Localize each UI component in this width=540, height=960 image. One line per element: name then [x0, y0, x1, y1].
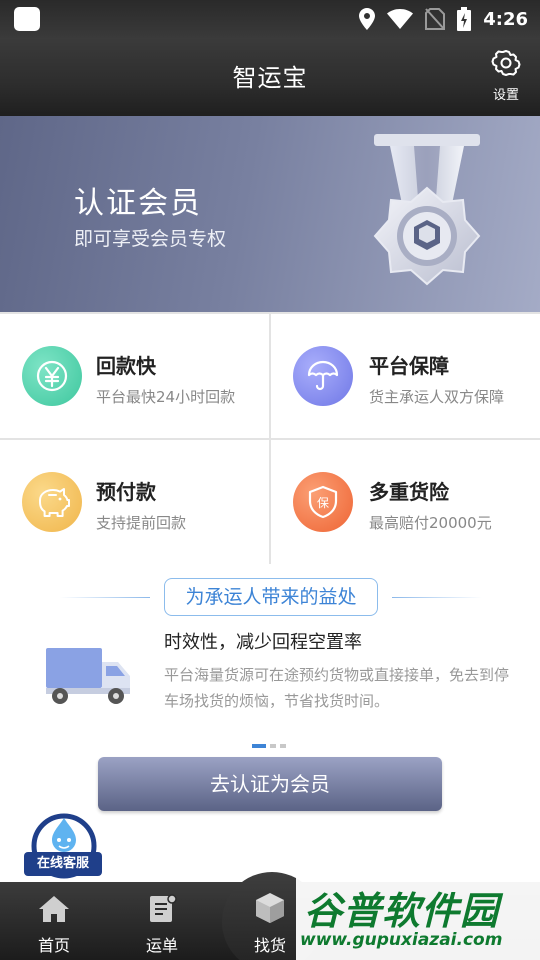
- benefit-description: 平台海量货源可在途预约货物或直接接单，免去到停车场找货的烦恼，节省找货时间。: [164, 666, 510, 710]
- location-icon: [359, 8, 376, 30]
- wifi-icon: [387, 9, 414, 29]
- carousel-indicator: [252, 744, 286, 748]
- divider-line: [392, 597, 482, 598]
- benefit-multiple-insurance: 保 多重货险 最高赔付20000元: [271, 440, 540, 564]
- customer-service-label[interactable]: 在线客服: [24, 852, 102, 876]
- divider-line: [60, 597, 150, 598]
- yen-icon: [22, 346, 82, 406]
- benefit-desc: 平台最快24小时回款: [96, 388, 236, 406]
- home-icon: [39, 896, 69, 922]
- nav-label: 首页: [37, 936, 70, 955]
- membership-banner[interactable]: 认证会员 即可享受会员专权: [0, 116, 540, 312]
- carousel-dot: [252, 744, 266, 748]
- waybill-icon: [150, 894, 177, 922]
- become-member-button[interactable]: 去认证为会员: [98, 757, 442, 811]
- medal-icon: [373, 134, 481, 286]
- benefit-fast-payback: 回款快 平台最快24小时回款: [0, 314, 269, 438]
- benefit-platform-guarantee: 平台保障 货主承运人双方保障: [271, 314, 540, 438]
- benefit-title: 平台保障: [369, 354, 449, 378]
- benefit-desc: 货主承运人双方保障: [369, 388, 505, 406]
- watermark-url: www.gupuxiazai.com: [300, 930, 503, 950]
- page-title: 智运宝: [232, 64, 308, 92]
- benefit-prepayment: 预付款 支持提前回款: [0, 440, 269, 564]
- benefit-title: 回款快: [96, 354, 156, 378]
- benefit-desc: 最高赔付20000元: [369, 514, 492, 532]
- benefit-desc: 支持提前回款: [96, 514, 187, 532]
- nav-item-waybill[interactable]: 运单: [108, 882, 216, 960]
- benefit-headline: 时效性，减少回程空置率: [164, 632, 362, 653]
- banner-title: 认证会员: [74, 186, 202, 221]
- carousel-dot: [280, 744, 286, 748]
- benefits-grid: 回款快 平台最快24小时回款 平台保障 货主承运人双方保障 预付款 支持提前回款: [0, 312, 540, 564]
- settings-button[interactable]: 设置: [484, 48, 528, 103]
- watermark-brand: 谷普软件园: [304, 889, 500, 933]
- insurance-icon: 保: [293, 472, 353, 532]
- app-header: 智运宝 设置: [0, 38, 540, 116]
- status-icons: 4:26: [359, 6, 528, 32]
- clock: 4:26: [483, 8, 528, 30]
- notification-square-icon: [14, 7, 40, 31]
- section-tag: 为承运人带来的益处: [164, 578, 378, 616]
- benefit-title: 多重货险: [369, 480, 449, 504]
- gear-icon: [491, 50, 521, 76]
- watermark: 谷普软件园 www.gupuxiazai.com: [296, 876, 540, 960]
- piggy-bank-icon: [22, 472, 82, 532]
- cube-icon: [256, 893, 284, 923]
- benefit-title: 预付款: [96, 480, 156, 504]
- no-sim-icon: [425, 8, 446, 30]
- truck-icon: [46, 648, 130, 704]
- carousel-dot: [270, 744, 276, 748]
- nav-label: 运单: [145, 936, 178, 955]
- battery-charging-icon: [457, 7, 472, 31]
- umbrella-icon: [293, 346, 353, 406]
- status-bar: 4:26: [0, 0, 540, 38]
- svg-text:保: 保: [317, 496, 329, 510]
- banner-subtitle: 即可享受会员专权: [74, 228, 227, 250]
- nav-item-home[interactable]: 首页: [0, 882, 108, 960]
- settings-label: 设置: [492, 88, 519, 103]
